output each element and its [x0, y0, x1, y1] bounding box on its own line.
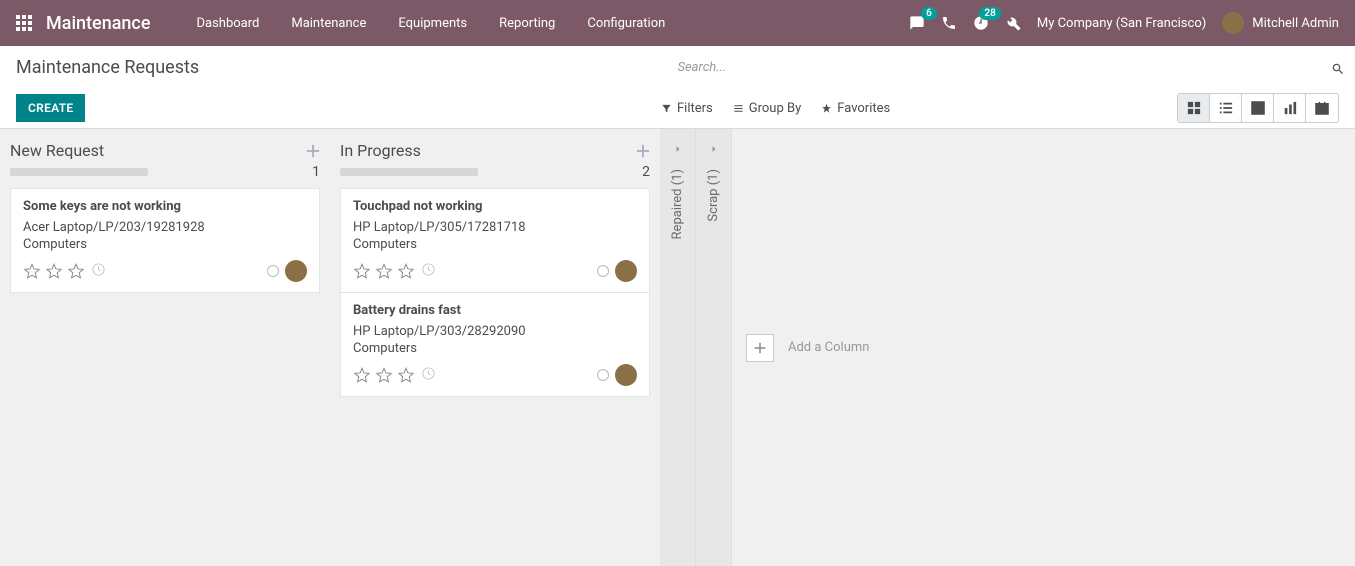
column-title[interactable]: In Progress [340, 141, 636, 160]
chevron-icon [708, 143, 720, 155]
card-category: Computers [353, 237, 637, 252]
phone-icon[interactable] [941, 15, 957, 31]
create-button[interactable]: CREATE [16, 94, 85, 122]
app-brand[interactable]: Maintenance [46, 13, 150, 34]
tools-icon[interactable] [1005, 15, 1021, 31]
priority-stars[interactable] [353, 262, 415, 280]
view-kanban[interactable] [1178, 94, 1210, 122]
add-column: Add a Column [732, 129, 883, 566]
search-icon[interactable] [1331, 62, 1345, 76]
user-name: Mitchell Admin [1252, 16, 1339, 31]
card-category: Computers [353, 341, 637, 356]
kanban-board: New Request 1 Some keys are not working … [0, 129, 1355, 566]
chat-badge: 6 [921, 7, 937, 20]
avatar [1222, 12, 1244, 34]
column-progress[interactable] [340, 168, 478, 176]
add-column-label[interactable]: Add a Column [788, 340, 869, 355]
nav-reporting[interactable]: Reporting [483, 2, 571, 45]
priority-stars[interactable] [353, 366, 415, 384]
activity-icon[interactable] [85, 262, 106, 281]
add-column-button[interactable] [746, 334, 774, 362]
column-count: 2 [632, 164, 650, 180]
activity-icon[interactable] [415, 262, 436, 281]
card-category: Computers [23, 237, 307, 252]
page-title: Maintenance Requests [0, 57, 678, 78]
kanban-state-dot[interactable] [597, 265, 609, 277]
chat-icon[interactable]: 6 [909, 15, 925, 31]
kanban-card[interactable]: Some keys are not working Acer Laptop/LP… [10, 188, 320, 293]
card-equipment: Acer Laptop/LP/203/19281928 [23, 220, 307, 235]
column-title[interactable]: New Request [10, 141, 306, 160]
chevron-icon [672, 143, 684, 155]
kanban-state-dot[interactable] [597, 369, 609, 381]
nav-dashboard[interactable]: Dashboard [180, 2, 275, 45]
apps-icon[interactable] [16, 15, 32, 31]
kanban-column-new: New Request 1 Some keys are not working … [0, 129, 330, 566]
card-equipment: HP Laptop/LP/303/28292090 [353, 324, 637, 339]
company-switcher[interactable]: My Company (San Francisco) [1037, 16, 1206, 31]
control-panel: Maintenance Requests CREATE Filters Grou… [0, 46, 1355, 129]
folded-title: Repaired (1) [670, 169, 685, 239]
nav-configuration[interactable]: Configuration [571, 2, 681, 45]
folded-title: Scrap (1) [706, 169, 721, 222]
kanban-state-dot[interactable] [267, 265, 279, 277]
kanban-column-scrap-folded[interactable]: Scrap (1) [696, 129, 732, 566]
view-switcher [1177, 93, 1339, 123]
card-title: Touchpad not working [353, 199, 637, 214]
search-input[interactable] [678, 50, 1355, 85]
view-calendar[interactable] [1306, 94, 1338, 122]
activity-icon[interactable]: 28 [973, 15, 989, 31]
nav-maintenance[interactable]: Maintenance [275, 2, 382, 45]
kanban-column-inprogress: In Progress 2 Touchpad not working HP La… [330, 129, 660, 566]
filters-menu[interactable]: Filters [661, 101, 713, 116]
nav-equipments[interactable]: Equipments [382, 2, 483, 45]
view-list[interactable] [1210, 94, 1242, 122]
kanban-card[interactable]: Battery drains fast HP Laptop/LP/303/282… [340, 292, 650, 397]
card-title: Some keys are not working [23, 199, 307, 214]
assignee-avatar[interactable] [615, 364, 637, 386]
column-add-icon[interactable] [636, 144, 650, 158]
nav-menu: Dashboard Maintenance Equipments Reporti… [180, 2, 681, 45]
main-navbar: Maintenance Dashboard Maintenance Equipm… [0, 0, 1355, 46]
kanban-card[interactable]: Touchpad not working HP Laptop/LP/305/17… [340, 188, 650, 293]
assignee-avatar[interactable] [615, 260, 637, 282]
view-graph[interactable] [1274, 94, 1306, 122]
card-equipment: HP Laptop/LP/305/17281718 [353, 220, 637, 235]
groupby-menu[interactable]: Group By [733, 101, 802, 116]
column-count: 1 [302, 164, 320, 180]
activity-icon[interactable] [415, 366, 436, 385]
activity-badge: 28 [979, 7, 1000, 20]
view-pivot[interactable] [1242, 94, 1274, 122]
assignee-avatar[interactable] [285, 260, 307, 282]
column-add-icon[interactable] [306, 144, 320, 158]
user-menu[interactable]: Mitchell Admin [1222, 12, 1339, 34]
kanban-column-repaired-folded[interactable]: Repaired (1) [660, 129, 696, 566]
priority-stars[interactable] [23, 262, 85, 280]
favorites-menu[interactable]: Favorites [821, 101, 890, 116]
card-title: Battery drains fast [353, 303, 637, 318]
column-progress[interactable] [10, 168, 148, 176]
